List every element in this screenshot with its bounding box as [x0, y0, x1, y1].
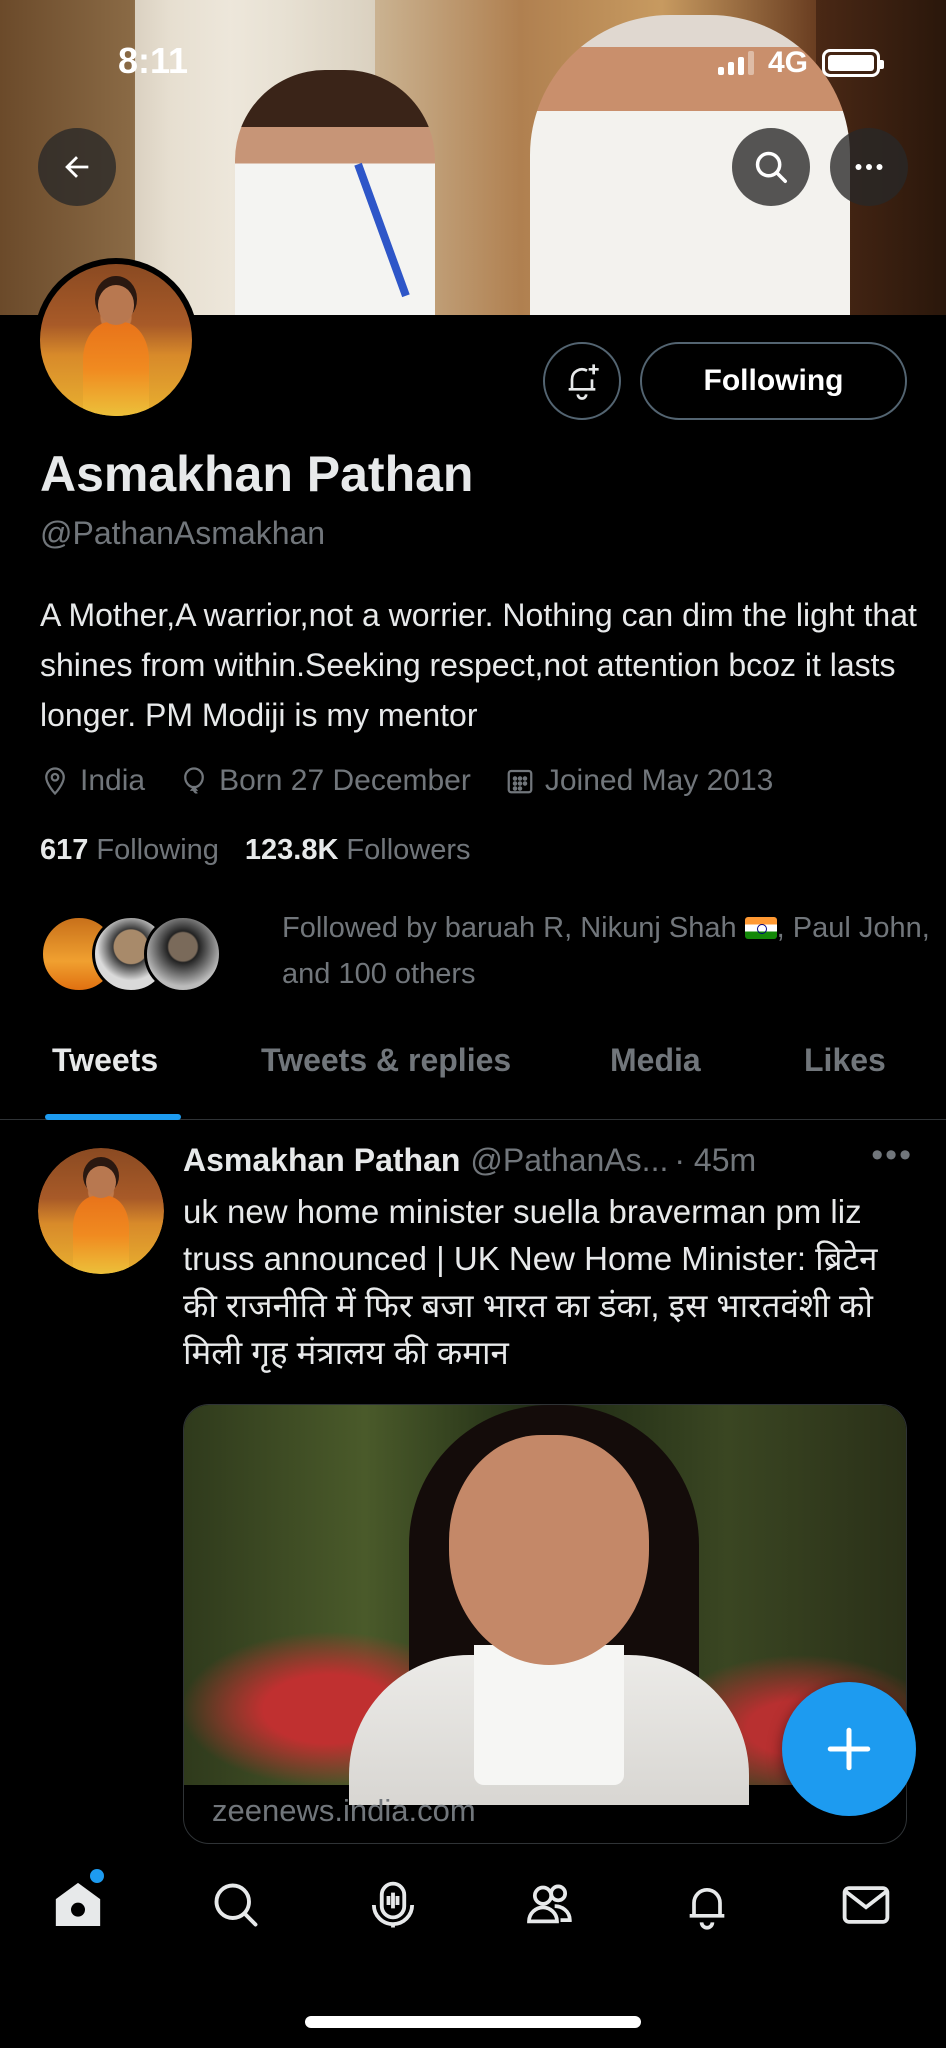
- card-domain: zeenews.india.com: [212, 1793, 476, 1828]
- profile-meta: India Born 27 December Joined May 2013: [40, 764, 807, 798]
- nav-home[interactable]: [48, 1869, 108, 1935]
- following-button[interactable]: Following: [640, 342, 907, 420]
- birthday-text: Born 27 December: [219, 764, 471, 797]
- profile-bio: A Mother,A warrior,not a worrier. Nothin…: [40, 597, 917, 733]
- meta-joined: Joined May 2013: [505, 764, 774, 798]
- nav-notifications[interactable]: [677, 1875, 737, 1935]
- compose-tweet-button[interactable]: [782, 1682, 916, 1816]
- balloon-icon: [184, 767, 204, 794]
- active-tab-indicator: [45, 1114, 181, 1120]
- spaces-icon: [371, 1881, 415, 1928]
- bell-plus-icon: [568, 364, 599, 400]
- location-text: India: [80, 764, 146, 797]
- notify-button[interactable]: [543, 342, 621, 420]
- following-count: 617: [40, 834, 89, 866]
- tab-media[interactable]: Media: [610, 1042, 701, 1079]
- tab-tweets-replies[interactable]: Tweets & replies: [261, 1042, 511, 1079]
- search-icon: [214, 1883, 258, 1927]
- banner-person-left: [235, 70, 435, 315]
- followers-count-link[interactable]: 123.8K Followers: [245, 834, 471, 867]
- followed-by-prefix: Followed by baruah R, Nikunj Shah: [282, 912, 737, 944]
- tab-likes[interactable]: Likes: [804, 1042, 886, 1079]
- tweet-author-handle: @PathanAs...: [470, 1142, 669, 1178]
- back-arrow-icon: [65, 156, 89, 178]
- followers-count: 123.8K: [244, 834, 339, 866]
- followed-by-avatars: [40, 915, 230, 997]
- messages-icon: [842, 1886, 890, 1924]
- tweet-time: · 45m: [674, 1142, 757, 1178]
- nav-communities[interactable]: [520, 1875, 580, 1935]
- communities-icon: [527, 1884, 572, 1924]
- location-icon: [45, 767, 65, 796]
- profile-avatar[interactable]: [34, 258, 198, 422]
- profile-handle: @PathanAsmakhan: [40, 515, 326, 551]
- tab-tweets[interactable]: Tweets: [52, 1042, 158, 1079]
- search-icon: [755, 151, 787, 183]
- status-indicators: 4G: [717, 46, 884, 80]
- profile-tabs: Tweets Tweets & replies Media Likes: [0, 1030, 946, 1120]
- compose-plus-icon: [827, 1727, 871, 1771]
- status-time: 8:11: [118, 40, 189, 81]
- india-flag-icon: [744, 917, 777, 939]
- tweet-more-icon[interactable]: •••: [871, 1136, 913, 1175]
- nav-spaces[interactable]: [363, 1875, 423, 1935]
- followed-by[interactable]: Followed by baruah R, Nikunj Shah , Paul…: [40, 905, 930, 997]
- following-count-link[interactable]: 617 Following: [40, 834, 219, 867]
- profile-name: Asmakhan Pathan: [40, 446, 474, 502]
- followed-by-text: Followed by baruah R, Nikunj Shah , Paul…: [282, 905, 942, 997]
- search-profile-button[interactable]: [732, 128, 810, 206]
- home-indicator[interactable]: [305, 2016, 641, 2028]
- followers-label: Followers: [346, 834, 471, 866]
- calendar-icon: [507, 769, 533, 794]
- more-icon: [855, 164, 883, 170]
- follower-avatar: [144, 915, 222, 993]
- meta-birthday: Born 27 December: [179, 764, 471, 798]
- more-options-button[interactable]: [830, 128, 908, 206]
- battery-icon: [822, 49, 884, 77]
- follow-counts: 617 Following 123.8K Followers: [40, 834, 471, 867]
- network-label: 4G: [767, 46, 808, 79]
- nav-search[interactable]: [206, 1875, 266, 1935]
- meta-location: India: [40, 764, 145, 798]
- notifications-icon: [689, 1888, 725, 1930]
- back-button[interactable]: [38, 128, 116, 206]
- nav-messages[interactable]: [836, 1875, 896, 1935]
- following-label: Following: [96, 834, 219, 866]
- home-icon: [55, 1882, 101, 1926]
- tweet-header: Asmakhan Pathan @PathanAs... · 45m •••: [183, 1136, 913, 1179]
- signal-icon: [717, 51, 754, 75]
- home-notification-dot: [90, 1869, 104, 1883]
- joined-text: Joined May 2013: [544, 764, 774, 797]
- tweet-author-name[interactable]: Asmakhan Pathan: [183, 1142, 460, 1179]
- tweet-avatar[interactable]: [38, 1148, 164, 1274]
- tweet-text: uk new home minister suella braverman pm…: [183, 1193, 878, 1371]
